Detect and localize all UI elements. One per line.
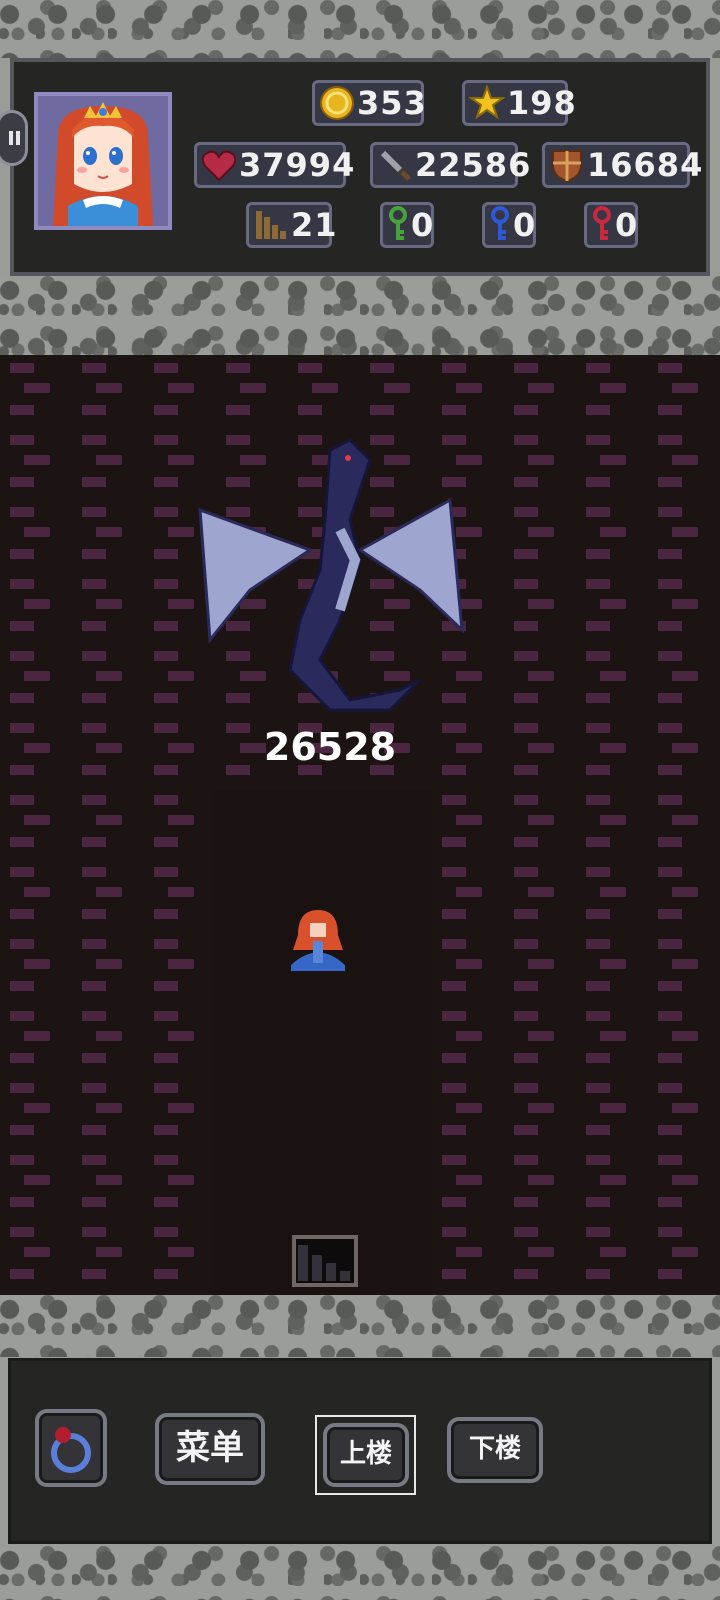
hero-sprite-icon[interactable]	[283, 905, 353, 975]
monster-hp-label: 26528	[263, 725, 397, 769]
middle-stone-border	[0, 276, 720, 356]
hud-panel: 353 198 37994 22586 16684 21 0 0 0	[10, 58, 710, 276]
menu-button-label: 菜单	[176, 1428, 244, 1468]
green-key-counter: 0	[380, 202, 434, 248]
bottom-stone-border	[0, 1546, 720, 1600]
floor-up-button[interactable]: 上楼	[323, 1423, 409, 1487]
floor-counter: 21	[246, 202, 337, 248]
attack-value: 22586	[415, 146, 532, 184]
blue-key-value: 0	[513, 206, 537, 244]
side-pull-tab[interactable]	[0, 110, 28, 166]
heart-icon	[201, 150, 237, 182]
floor-value: 21	[291, 206, 338, 244]
floor-up-label: 上楼	[339, 1439, 392, 1469]
pause-icon	[9, 131, 20, 145]
defense-value: 16684	[587, 146, 704, 184]
blue-key-icon	[491, 206, 509, 240]
ring-icon	[51, 1427, 91, 1473]
floor-down-button[interactable]: 下楼	[447, 1417, 543, 1483]
star-icon	[469, 85, 505, 120]
gold-value: 353	[357, 84, 427, 122]
star-counter: 198	[462, 80, 576, 126]
shield-icon	[552, 150, 582, 183]
hp-counter: 37994	[194, 142, 354, 188]
attack-counter: 22586	[370, 142, 530, 188]
lower-stone-border	[0, 1295, 720, 1357]
ring-item-button[interactable]	[35, 1409, 107, 1487]
down-stairs-tile[interactable]	[292, 1235, 358, 1287]
hp-value: 37994	[239, 146, 356, 184]
gold-counter: 353	[312, 80, 427, 126]
game-field[interactable]: 26528	[0, 355, 720, 1295]
star-value: 198	[507, 84, 577, 122]
floor-down-label: 下楼	[468, 1434, 521, 1464]
menu-button[interactable]: 菜单	[155, 1413, 265, 1485]
gold-coin-icon	[320, 86, 354, 120]
blue-key-counter: 0	[482, 202, 536, 248]
floor-corridor	[215, 790, 432, 1295]
stairs-icon	[256, 211, 286, 239]
defense-counter: 16684	[542, 142, 702, 188]
red-key-value: 0	[615, 206, 639, 244]
green-key-value: 0	[411, 206, 435, 244]
princess-portrait-icon	[38, 96, 168, 226]
hero-portrait	[34, 92, 172, 230]
red-key-counter: 0	[584, 202, 638, 248]
dragon-monster-icon[interactable]	[190, 430, 480, 720]
stairs-down-icon	[298, 1245, 350, 1281]
sword-icon	[380, 150, 411, 181]
top-stone-border	[0, 0, 720, 58]
control-panel: 菜单 上楼 下楼	[8, 1358, 712, 1544]
red-key-icon	[593, 206, 611, 240]
green-key-icon	[389, 206, 407, 240]
